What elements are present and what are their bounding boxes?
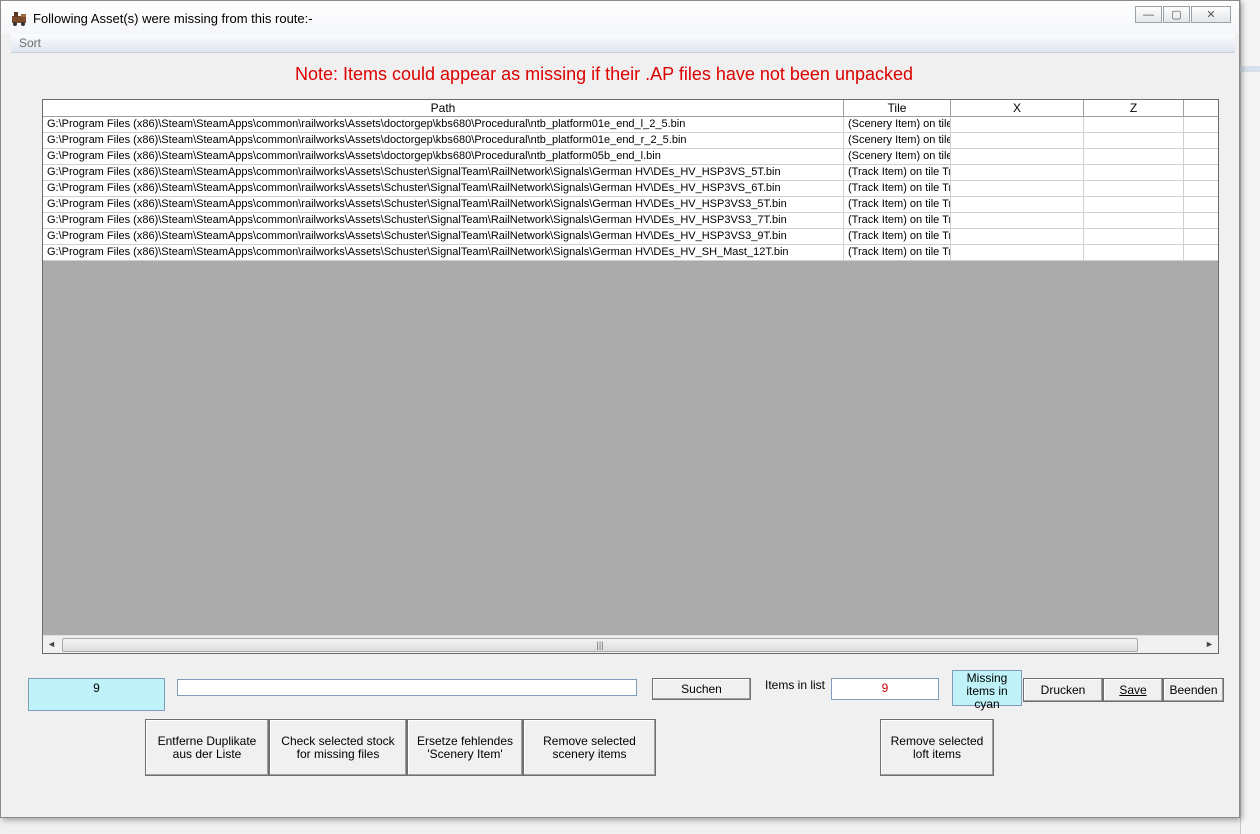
x-cell (951, 197, 1084, 212)
tile-cell: (Track Item) on tile Tr (844, 181, 951, 196)
table-row[interactable]: G:\Program Files (x86)\Steam\SteamApps\c… (43, 197, 1218, 213)
grid-header: Path Tile X Z (43, 100, 1218, 117)
search-button[interactable]: Suchen (652, 678, 751, 700)
unpack-note: Note: Items could appear as missing if t… (294, 64, 914, 84)
x-cell (951, 181, 1084, 196)
close-button[interactable]: ✕ (1191, 6, 1231, 23)
table-row[interactable]: G:\Program Files (x86)\Steam\SteamApps\c… (43, 229, 1218, 245)
tile-cell: (Scenery Item) on tile (844, 133, 951, 148)
x-cell (951, 117, 1084, 132)
x-cell (951, 245, 1084, 260)
save-button[interactable]: Save (1103, 678, 1163, 702)
path-cell: G:\Program Files (x86)\Steam\SteamApps\c… (43, 117, 844, 132)
items-in-list-label: Items in list (765, 678, 826, 692)
exit-button[interactable]: Beenden (1163, 678, 1224, 702)
path-cell: G:\Program Files (x86)\Steam\SteamApps\c… (43, 197, 844, 212)
items-in-list-value: 9 (831, 678, 939, 700)
tile-cell: (Scenery Item) on tile (844, 117, 951, 132)
remove-scenery-button[interactable]: Remove selected scenery items (523, 719, 656, 776)
z-cell (1084, 117, 1184, 132)
background-window-tab (1240, 66, 1260, 72)
tile-cell: (Track Item) on tile Tr (844, 165, 951, 180)
missing-items-legend: Missing items in cyan (952, 670, 1022, 711)
search-input[interactable] (177, 679, 637, 696)
column-header-x[interactable]: X (951, 100, 1084, 116)
grid-rows: G:\Program Files (x86)\Steam\SteamApps\c… (43, 117, 1218, 261)
path-cell: G:\Program Files (x86)\Steam\SteamApps\c… (43, 165, 844, 180)
remove-loft-button[interactable]: Remove selected loft items (880, 719, 994, 776)
table-row[interactable]: G:\Program Files (x86)\Steam\SteamApps\c… (43, 165, 1218, 181)
z-cell (1084, 165, 1184, 180)
table-row[interactable]: G:\Program Files (x86)\Steam\SteamApps\c… (43, 117, 1218, 133)
menu-sort[interactable]: Sort (19, 36, 41, 50)
z-cell (1084, 245, 1184, 260)
table-row[interactable]: G:\Program Files (x86)\Steam\SteamApps\c… (43, 181, 1218, 197)
table-row[interactable]: G:\Program Files (x86)\Steam\SteamApps\c… (43, 213, 1218, 229)
z-cell (1084, 213, 1184, 228)
check-stock-button[interactable]: Check selected stock for missing files (269, 719, 407, 776)
x-cell (951, 149, 1084, 164)
replace-scenery-button[interactable]: Ersetze fehlendes 'Scenery Item' (407, 719, 523, 776)
column-header-tile[interactable]: Tile (844, 100, 951, 116)
x-cell (951, 213, 1084, 228)
count-box: 9 (28, 678, 165, 711)
scroll-thumb[interactable]: ||| (62, 638, 1138, 652)
path-cell: G:\Program Files (x86)\Steam\SteamApps\c… (43, 181, 844, 196)
column-header-path[interactable]: Path (43, 100, 844, 116)
tile-cell: (Track Item) on tile Tr (844, 197, 951, 212)
z-cell (1084, 181, 1184, 196)
z-cell (1084, 229, 1184, 244)
title-bar[interactable]: Following Asset(s) were missing from thi… (1, 1, 1239, 34)
menu-bar: Sort (11, 34, 1235, 53)
tile-cell: (Scenery Item) on tile (844, 149, 951, 164)
horizontal-scrollbar[interactable]: ◄ ||| ► (43, 635, 1218, 653)
x-cell (951, 165, 1084, 180)
z-cell (1084, 197, 1184, 212)
missing-assets-window: Following Asset(s) were missing from thi… (0, 0, 1240, 818)
x-cell (951, 133, 1084, 148)
table-row[interactable]: G:\Program Files (x86)\Steam\SteamApps\c… (43, 245, 1218, 261)
remove-duplicates-button[interactable]: Entferne Duplikate aus der Liste (145, 719, 269, 776)
minimize-button[interactable]: — (1135, 6, 1162, 23)
column-header-extra[interactable] (1184, 100, 1218, 116)
maximize-button[interactable]: ▢ (1163, 6, 1190, 23)
tile-cell: (Track Item) on tile Tr (844, 229, 951, 244)
path-cell: G:\Program Files (x86)\Steam\SteamApps\c… (43, 245, 844, 260)
tile-cell: (Track Item) on tile Tr (844, 213, 951, 228)
window-title: Following Asset(s) were missing from thi… (33, 11, 313, 26)
scroll-right-arrow-icon[interactable]: ► (1201, 636, 1218, 653)
path-cell: G:\Program Files (x86)\Steam\SteamApps\c… (43, 133, 844, 148)
x-cell (951, 229, 1084, 244)
table-row[interactable]: G:\Program Files (x86)\Steam\SteamApps\c… (43, 149, 1218, 165)
path-cell: G:\Program Files (x86)\Steam\SteamApps\c… (43, 229, 844, 244)
path-cell: G:\Program Files (x86)\Steam\SteamApps\c… (43, 213, 844, 228)
path-cell: G:\Program Files (x86)\Steam\SteamApps\c… (43, 149, 844, 164)
background-window-edge (1240, 0, 1260, 834)
train-icon (12, 12, 26, 26)
print-button[interactable]: Drucken (1023, 678, 1103, 702)
missing-assets-grid[interactable]: Path Tile X Z G:\Program Files (x86)\Ste… (42, 99, 1219, 654)
column-header-z[interactable]: Z (1084, 100, 1184, 116)
scroll-left-arrow-icon[interactable]: ◄ (43, 636, 60, 653)
z-cell (1084, 133, 1184, 148)
tile-cell: (Track Item) on tile Tr (844, 245, 951, 260)
table-row[interactable]: G:\Program Files (x86)\Steam\SteamApps\c… (43, 133, 1218, 149)
z-cell (1084, 149, 1184, 164)
